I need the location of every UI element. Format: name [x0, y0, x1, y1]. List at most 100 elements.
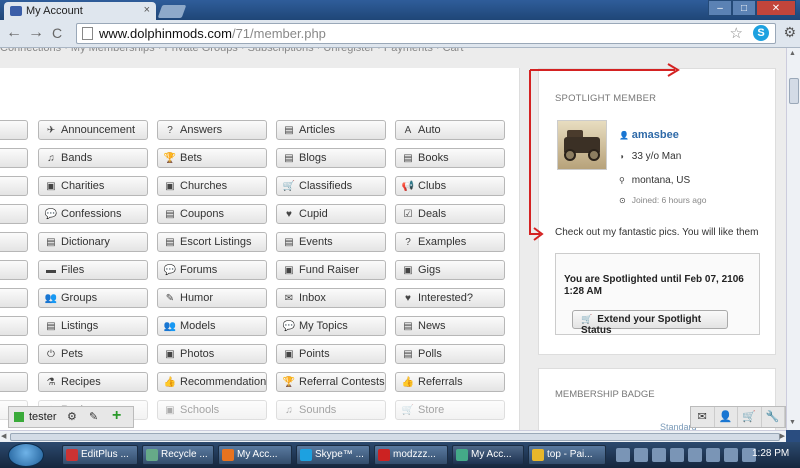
category-button-sounds[interactable]: ♫ Sounds	[276, 400, 386, 420]
category-button-pets[interactable]: ⏻ Pets	[38, 344, 148, 364]
category-button-recommendations[interactable]: 👍 Recommendations	[157, 372, 267, 392]
horizontal-scrollbar[interactable]: ◀ ▶	[0, 430, 786, 442]
category-button-charities[interactable]: ▣ Charities	[38, 176, 148, 196]
category-button-books[interactable]: ▤ Books	[395, 148, 505, 168]
category-button-my-topics[interactable]: 💬 My Topics	[276, 316, 386, 336]
minimize-button[interactable]: –	[708, 0, 732, 16]
taskbar-item[interactable]: modzzz...	[374, 445, 448, 465]
tray-icon[interactable]	[652, 448, 666, 462]
tab-my-account[interactable]: My Account ×	[4, 2, 156, 20]
category-button-store[interactable]: 🛒 Store	[395, 400, 505, 420]
category-button-referrals[interactable]: 👍 Referrals	[395, 372, 505, 392]
taskbar-clock[interactable]: 1:28 PM	[752, 448, 789, 459]
category-button-forums[interactable]: 💬 Forums	[157, 260, 267, 280]
tray-icon[interactable]	[670, 448, 684, 462]
category-button-clubs[interactable]: 📢 Clubs	[395, 176, 505, 196]
wrench-icon[interactable]: 🔧	[762, 407, 785, 427]
start-button[interactable]	[8, 443, 44, 467]
category-button-schools[interactable]: ▣ Schools	[157, 400, 267, 420]
tray-icon[interactable]	[616, 448, 630, 462]
category-button[interactable]	[0, 372, 28, 392]
category-button-cupid[interactable]: ♥ Cupid	[276, 204, 386, 224]
add-plus-icon[interactable]: +	[112, 407, 121, 425]
category-button-models[interactable]: 👥 Models	[157, 316, 267, 336]
tray-icon[interactable]	[634, 448, 648, 462]
category-button-inbox[interactable]: ✉ Inbox	[276, 288, 386, 308]
edit-icon[interactable]: ✎	[89, 410, 98, 423]
address-bar[interactable]: www.dolphinmods.com/71/member.php ☆ S	[76, 23, 776, 44]
vertical-scrollbar[interactable]: ▲ ▼	[786, 48, 800, 430]
scroll-right-icon[interactable]: ▶	[780, 432, 785, 440]
category-button-interested[interactable]: ♥ Interested?	[395, 288, 505, 308]
taskbar-item[interactable]: My Acc...	[218, 445, 292, 465]
cart-icon[interactable]: 🛒	[738, 407, 762, 427]
category-button[interactable]	[0, 204, 28, 224]
category-button-groups[interactable]: 👥 Groups	[38, 288, 148, 308]
user-icon[interactable]: 👤	[715, 407, 738, 427]
category-button-referral-contests[interactable]: 🏆 Referral Contests	[276, 372, 386, 392]
category-button[interactable]	[0, 344, 28, 364]
scroll-up-icon[interactable]: ▲	[789, 50, 796, 57]
category-button-churches[interactable]: ▣ Churches	[157, 176, 267, 196]
category-button[interactable]	[0, 316, 28, 336]
back-button[interactable]: ←	[6, 24, 22, 42]
taskbar-item[interactable]: Skype™ ...	[296, 445, 370, 465]
settings-wrench-icon[interactable]: ⚙	[783, 24, 796, 41]
maximize-button[interactable]: □	[732, 0, 756, 16]
category-button-auto[interactable]: A Auto	[395, 120, 505, 140]
category-button-photos[interactable]: ▣ Photos	[157, 344, 267, 364]
toolbar-username[interactable]: tester	[29, 411, 57, 423]
mail-icon[interactable]: ✉	[691, 407, 715, 427]
tray-icon[interactable]	[724, 448, 738, 462]
close-window-button[interactable]: ✕	[756, 0, 796, 16]
category-button-classifieds[interactable]: 🛒 Classifieds	[276, 176, 386, 196]
scroll-left-icon[interactable]: ◀	[1, 432, 6, 440]
category-button-points[interactable]: ▣ Points	[276, 344, 386, 364]
scroll-down-icon[interactable]: ▼	[789, 419, 796, 426]
category-button-dictionary[interactable]: ▤ Dictionary	[38, 232, 148, 252]
category-button-fund-raiser[interactable]: ▣ Fund Raiser	[276, 260, 386, 280]
tray-icon[interactable]	[688, 448, 702, 462]
category-button[interactable]	[0, 176, 28, 196]
category-button-listings[interactable]: ▤ Listings	[38, 316, 148, 336]
category-button-answers[interactable]: ? Answers	[157, 120, 267, 140]
taskbar-item[interactable]: top - Pai...	[528, 445, 606, 465]
taskbar-item[interactable]: My Acc...	[452, 445, 524, 465]
category-button-polls[interactable]: ▤ Polls	[395, 344, 505, 364]
category-button[interactable]	[0, 148, 28, 168]
tray-icon[interactable]	[706, 448, 720, 462]
category-button[interactable]	[0, 232, 28, 252]
refresh-button[interactable]: C	[52, 25, 62, 41]
forward-button[interactable]: →	[28, 24, 44, 42]
category-button-announcement[interactable]: ✈ Announcement	[38, 120, 148, 140]
category-button-news[interactable]: ▤ News	[395, 316, 505, 336]
category-button[interactable]	[0, 260, 28, 280]
category-button[interactable]	[0, 120, 28, 140]
category-button[interactable]	[0, 288, 28, 308]
account-subnav[interactable]: Connections · My Memberships · Private G…	[0, 48, 520, 56]
horizontal-scroll-thumb[interactable]	[10, 433, 780, 441]
new-tab-button[interactable]	[157, 5, 187, 18]
category-button-coupons[interactable]: ▤ Coupons	[157, 204, 267, 224]
category-button-bets[interactable]: 🏆 Bets	[157, 148, 267, 168]
taskbar-item[interactable]: Recycle ...	[142, 445, 214, 465]
category-button-bands[interactable]: ♫ Bands	[38, 148, 148, 168]
bookmark-star-icon[interactable]: ☆	[730, 24, 743, 42]
extend-spotlight-button[interactable]: 🛒 Extend your Spotlight Status	[572, 310, 728, 336]
category-button-deals[interactable]: ☑ Deals	[395, 204, 505, 224]
category-button-gigs[interactable]: ▣ Gigs	[395, 260, 505, 280]
vertical-scroll-thumb[interactable]	[789, 78, 799, 104]
category-button-escort-listings[interactable]: ▤ Escort Listings	[157, 232, 267, 252]
settings-gear-icon[interactable]: ⚙	[67, 410, 77, 423]
category-button-confessions[interactable]: 💬 Confessions	[38, 204, 148, 224]
category-button-humor[interactable]: ✎ Humor	[157, 288, 267, 308]
category-button-examples[interactable]: ? Examples	[395, 232, 505, 252]
taskbar-item[interactable]: EditPlus ...	[62, 445, 138, 465]
category-button-blogs[interactable]: ▤ Blogs	[276, 148, 386, 168]
category-button-recipes[interactable]: ⚗ Recipes	[38, 372, 148, 392]
category-button-files[interactable]: ▬ Files	[38, 260, 148, 280]
skype-extension-icon[interactable]: S	[753, 25, 769, 41]
category-button-articles[interactable]: ▤ Articles	[276, 120, 386, 140]
category-button-events[interactable]: ▤ Events	[276, 232, 386, 252]
tab-close-icon[interactable]: ×	[144, 4, 150, 16]
